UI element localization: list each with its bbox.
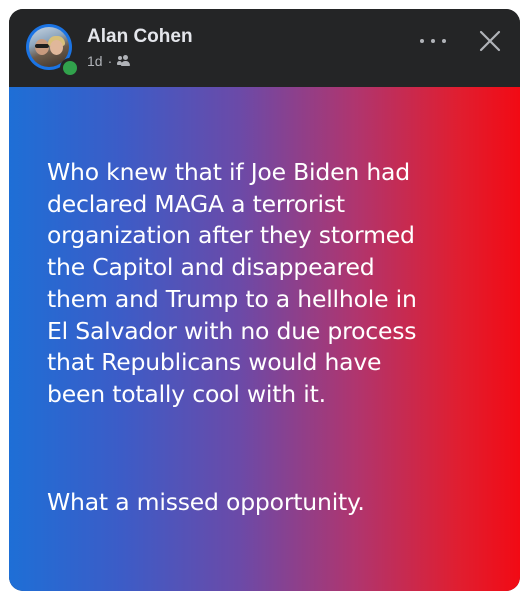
- avatar-face-right: [50, 40, 63, 55]
- post-meta: 1d ·: [87, 53, 133, 69]
- friends-icon[interactable]: [117, 55, 133, 67]
- meta-separator: ·: [107, 53, 113, 69]
- post-body-paragraph-2: What a missed opportunity.: [47, 488, 365, 516]
- post-header: Alan Cohen 1d ·: [9, 9, 520, 87]
- post-body-paragraph-1: Who knew that if Joe Biden had declared …: [47, 158, 417, 408]
- more-horizontal-icon-dot: [420, 39, 424, 43]
- author-name[interactable]: Alan Cohen: [87, 26, 193, 48]
- more-horizontal-icon-dot: [442, 39, 446, 43]
- close-icon: [479, 30, 501, 52]
- online-status-icon: [60, 58, 80, 78]
- post-card: Alan Cohen 1d · Who knew that if Joe Bid…: [9, 9, 520, 591]
- more-options-button[interactable]: [420, 31, 446, 51]
- more-horizontal-icon-dot: [431, 39, 435, 43]
- post-timestamp[interactable]: 1d: [87, 53, 103, 69]
- post-content-background: Who knew that if Joe Biden had declared …: [9, 87, 520, 591]
- close-button[interactable]: [477, 28, 503, 54]
- avatar-sunglasses: [35, 44, 49, 48]
